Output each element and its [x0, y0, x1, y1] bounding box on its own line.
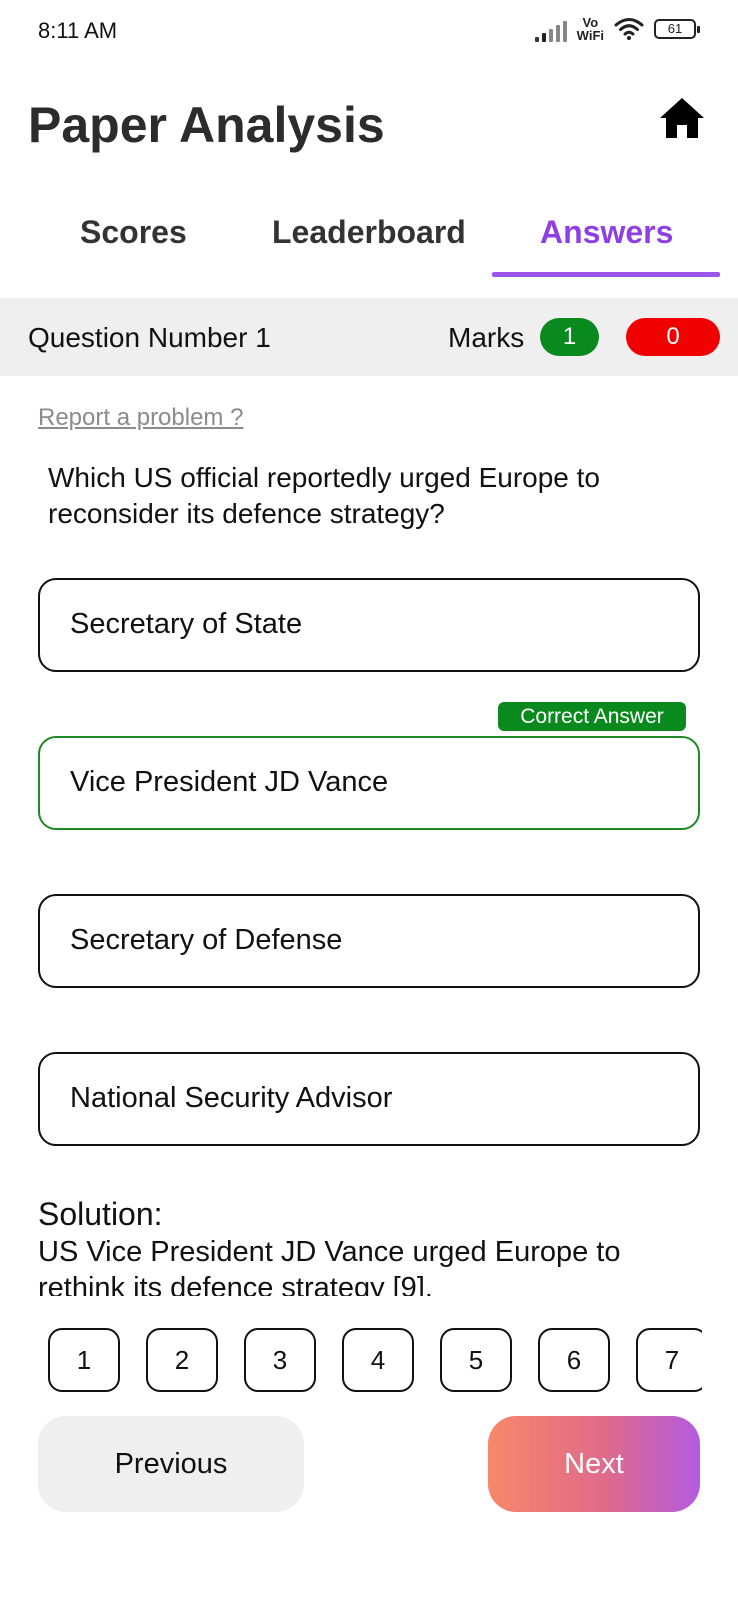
option-label: Secretary of Defense — [70, 924, 343, 956]
vowifi-bottom-label: WiFi — [576, 28, 604, 43]
question-nav-strip[interactable]: 1 2 3 4 5 6 7 — [0, 1328, 702, 1394]
option-label: Vice President JD Vance — [70, 766, 389, 798]
correct-answer-tag: Correct Answer — [498, 702, 686, 731]
status-time: 8:11 AM — [38, 18, 118, 43]
option-4[interactable]: National Security Advisor — [38, 1052, 700, 1146]
option-3[interactable]: Secretary of Defense — [38, 894, 700, 988]
tab-answers[interactable]: Answers — [540, 214, 673, 251]
wifi-icon — [614, 17, 644, 41]
marks-label: Marks — [448, 322, 525, 353]
option-2[interactable]: Vice President JD Vance — [38, 736, 700, 830]
status-icons: Vo WiFi 61 — [534, 16, 700, 42]
option-label: National Security Advisor — [70, 1082, 393, 1114]
question-nav-button-4[interactable]: 4 — [342, 1328, 414, 1392]
solution-text: US Vice President JD Vance urged Europe … — [38, 1236, 621, 1296]
option-1[interactable]: Secretary of State — [38, 578, 700, 672]
active-tab-indicator — [492, 272, 720, 277]
question-nav-button-5[interactable]: 5 — [440, 1328, 512, 1392]
marks-wrong-badge: 0 — [626, 318, 720, 356]
status-bar: 8:11 AM Vo WiFi 61 — [0, 0, 738, 66]
battery-icon: 61 — [654, 19, 700, 39]
solution-scroll-area[interactable]: US Vice President JD Vance urged Europe … — [38, 1234, 698, 1296]
home-icon[interactable] — [656, 94, 708, 142]
tab-leaderboard[interactable]: Leaderboard — [272, 214, 466, 251]
question-nav-button-3[interactable]: 3 — [244, 1328, 316, 1392]
question-nav-button-2[interactable]: 2 — [146, 1328, 218, 1392]
question-text: Which US official reportedly urged Europ… — [48, 462, 600, 529]
page-title: Paper Analysis — [28, 97, 385, 153]
question-nav-button-6[interactable]: 6 — [538, 1328, 610, 1392]
question-number: Question Number 1 — [28, 322, 271, 353]
option-label: Secretary of State — [70, 608, 303, 640]
tab-bar: Scores Leaderboard Answers — [0, 196, 738, 277]
question-nav-button-7[interactable]: 7 — [636, 1328, 702, 1392]
question-header-bar: Question Number 1 Marks 1 0 — [0, 298, 738, 376]
signal-icon — [534, 16, 567, 42]
previous-button[interactable]: Previous — [38, 1416, 304, 1512]
next-button[interactable]: Next — [488, 1416, 700, 1512]
tab-scores[interactable]: Scores — [80, 214, 187, 251]
marks-correct-badge: 1 — [540, 318, 599, 356]
solution-label: Solution: — [38, 1196, 163, 1232]
vowifi-icon: Vo WiFi — [577, 16, 604, 42]
report-problem-link[interactable]: Report a problem ? — [38, 404, 243, 432]
question-nav-button-1[interactable]: 1 — [48, 1328, 120, 1392]
